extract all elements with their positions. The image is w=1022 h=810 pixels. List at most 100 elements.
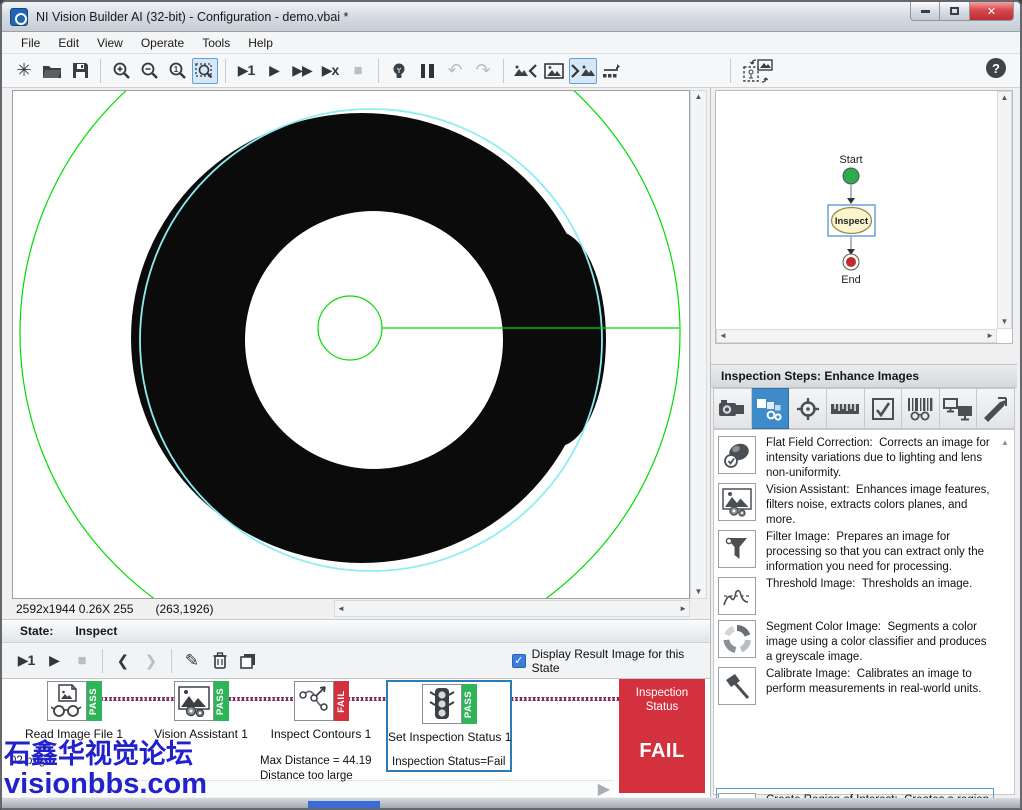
step-palette-list: Flat Field Correction: Corrects an image… (713, 429, 1015, 795)
state-diagram: Start Inspect End ▲ ▼ ◄ ► (715, 90, 1013, 344)
scroll-right-icon[interactable]: ▶ (598, 779, 610, 799)
tab-measure-features[interactable] (827, 388, 865, 429)
menu-file[interactable]: File (12, 33, 49, 53)
list-item-flat-field-correction[interactable]: Flat Field Correction: Corrects an image… (718, 436, 992, 481)
new-inspection-icon[interactable]: ✳ (11, 58, 37, 84)
menu-operate[interactable]: Operate (132, 33, 193, 53)
item-title: Segment Color Image: (766, 621, 881, 633)
maximize-button[interactable] (940, 2, 969, 21)
main-toolbar: ✳ 1 ▶1 ▶ ▶▶ ▶x ■ ↶ ↷ (2, 54, 1020, 88)
scroll-left-icon[interactable]: ◄ (717, 330, 729, 342)
tab-communicate[interactable] (940, 388, 978, 429)
switch-to-inspection-interface-icon[interactable] (738, 58, 780, 84)
display-result-checkbox[interactable] (512, 654, 526, 668)
undo-icon[interactable]: ↶ (442, 58, 468, 84)
menu-edit[interactable]: Edit (49, 33, 88, 53)
scroll-right-icon[interactable]: ► (984, 330, 996, 342)
list-item-segment-color-image[interactable]: Segment Color Image: Segments a color im… (718, 620, 992, 665)
part-hole (245, 211, 503, 469)
scroll-up-icon[interactable]: ▲ (999, 92, 1011, 104)
zoom-out-icon[interactable] (136, 58, 162, 84)
display-result-label: Display Result Image for this State (532, 647, 710, 675)
tab-check-presence[interactable] (865, 388, 903, 429)
state-stop-icon[interactable]: ■ (69, 648, 95, 674)
inspection-status-title: Inspection (636, 687, 688, 699)
tab-enhance-images[interactable] (752, 388, 790, 429)
next-step-icon[interactable]: ❯ (138, 648, 164, 674)
tab-identify-parts[interactable] (902, 388, 940, 429)
open-inspection-icon[interactable] (39, 58, 65, 84)
taskbar-highlight (308, 801, 380, 809)
step-detail: Distance too large (260, 770, 382, 782)
tab-use-additional-tools[interactable] (977, 388, 1015, 429)
run-until-fail-icon[interactable]: ▶x (317, 58, 343, 84)
inspection-image (13, 91, 690, 599)
previous-image-icon[interactable] (511, 58, 539, 84)
diagnostics-bulb-icon[interactable] (386, 58, 412, 84)
read-image-file-icon (47, 681, 87, 721)
diagram-vertical-scrollbar[interactable]: ▲ ▼ (997, 91, 1012, 329)
list-item-filter-image[interactable]: Filter Image: Prepares an image for proc… (718, 530, 992, 575)
display-image-icon[interactable] (541, 58, 567, 84)
scroll-up-icon[interactable]: ▲ (693, 91, 705, 103)
set-inspection-status-icon (422, 684, 462, 724)
vision-assistant-icon (718, 483, 756, 521)
previous-step-icon[interactable]: ❮ (110, 648, 136, 674)
state-toolbar: ▶1 ▶ ■ ❮ ❯ ✎ Display Result Image for th… (2, 643, 710, 678)
step-name: Inspect Contours 1 (260, 727, 382, 741)
zoom-in-icon[interactable] (108, 58, 134, 84)
image-display[interactable] (12, 90, 690, 599)
help-button[interactable]: ? (986, 58, 1006, 78)
minimize-button[interactable] (910, 2, 940, 21)
state-run-once-icon[interactable]: ▶1 (13, 648, 39, 674)
toolbar-separator (503, 59, 504, 83)
close-button[interactable]: ✕ (969, 2, 1014, 21)
simulate-acquisition-icon[interactable] (599, 58, 625, 84)
scroll-down-icon[interactable]: ▼ (693, 586, 705, 598)
next-image-icon[interactable] (569, 58, 597, 84)
watermark-line2: visionbbs.com (4, 768, 207, 801)
redo-icon[interactable]: ↷ (470, 58, 496, 84)
start-node (843, 168, 859, 184)
run-icon[interactable]: ▶ (261, 58, 287, 84)
minimize-icon (921, 10, 930, 13)
image-vertical-scrollbar[interactable]: ▲ ▼ (690, 90, 707, 599)
step-detail: Inspection Status=Fail (392, 756, 510, 768)
edit-step-icon[interactable]: ✎ (179, 648, 205, 674)
image-horizontal-scrollbar[interactable]: ◄ ► (334, 600, 690, 617)
tab-locate-features[interactable] (789, 388, 827, 429)
list-item-threshold-image[interactable]: Threshold Image: Thresholds an image. (718, 577, 992, 615)
run-continuous-icon[interactable]: ▶▶ (289, 58, 315, 84)
menu-help[interactable]: Help (239, 33, 282, 53)
diagram-horizontal-scrollbar[interactable]: ◄ ► (716, 329, 997, 343)
tab-acquire-images[interactable] (713, 388, 752, 429)
list-item-calibrate-image[interactable]: Calibrate Image: Calibrates an image to … (718, 667, 992, 705)
save-inspection-icon[interactable] (67, 58, 93, 84)
scroll-down-icon[interactable]: ▼ (999, 316, 1011, 328)
step-inspect-contours[interactable]: FAIL Inspect Contours 1 Max Distance = 4… (260, 681, 382, 782)
copy-step-icon[interactable] (235, 648, 261, 674)
delete-step-icon[interactable] (207, 648, 233, 674)
scroll-left-icon[interactable]: ◄ (335, 603, 347, 615)
state-run-icon[interactable]: ▶ (41, 648, 67, 674)
menu-tools[interactable]: Tools (193, 33, 239, 53)
step-set-inspection-status[interactable]: PASS Set Inspection Status 1 Inspection … (386, 680, 512, 772)
scroll-right-icon[interactable]: ► (677, 603, 689, 615)
threshold-image-icon (718, 577, 756, 615)
inspection-status-value: FAIL (619, 740, 705, 763)
step-detail: Max Distance = 44.19 (260, 755, 382, 767)
list-scroll-up-icon[interactable]: ▲ (1001, 438, 1009, 447)
menu-bar: File Edit View Operate Tools Help (2, 32, 1020, 54)
list-item-vision-assistant[interactable]: Vision Assistant: Enhances image feature… (718, 483, 992, 528)
zoom-1to1-icon[interactable]: 1 (164, 58, 190, 84)
toolbar-separator (378, 59, 379, 83)
menu-view[interactable]: View (88, 33, 132, 53)
stop-icon[interactable]: ■ (345, 58, 371, 84)
title-bar: NI Vision Builder AI (32-bit) - Configur… (2, 2, 1020, 32)
zoom-to-fit-icon[interactable] (192, 58, 218, 84)
state-label: State: (20, 624, 53, 638)
right-panel: Start Inspect End ▲ ▼ ◄ ► (710, 88, 1016, 797)
pause-icon[interactable] (414, 58, 440, 84)
run-once-icon[interactable]: ▶1 (233, 58, 259, 84)
cursor-position: (263,1926) (155, 602, 213, 616)
